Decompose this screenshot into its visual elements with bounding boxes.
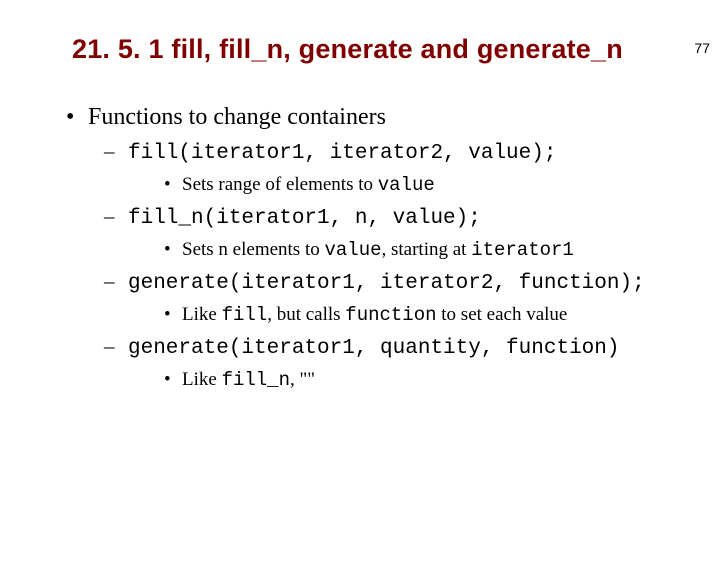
desc-text: Sets range of elements to	[182, 174, 378, 195]
list-item: Like fill_n, ""	[142, 367, 720, 394]
list-item: generate(iterator1, iterator2, function)…	[94, 267, 720, 328]
desc-text: , ""	[290, 369, 315, 390]
bullet-list-level3: Sets n elements to value, starting at it…	[128, 237, 720, 264]
desc-text: , but calls	[267, 304, 345, 325]
bullet-list-level3: Sets range of elements to value	[128, 172, 720, 199]
page-number: 77	[694, 40, 710, 56]
list-item: generate(iterator1, quantity, function) …	[94, 332, 720, 393]
list-item: Like fill, but calls function to set eac…	[142, 302, 720, 329]
bullet-text: Functions to change containers	[88, 104, 386, 130]
bullet-list-level1: Functions to change containers fill(iter…	[60, 101, 720, 393]
code-inline: fill_n	[222, 369, 290, 391]
slide-title: 21. 5. 1 fill, fill_n, generate and gene…	[72, 34, 720, 65]
bullet-list-level3: Like fill_n, ""	[128, 367, 720, 394]
code-inline: value	[324, 239, 381, 261]
desc-text: Sets n elements to	[182, 239, 324, 260]
list-item: Sets n elements to value, starting at it…	[142, 237, 720, 264]
code-signature: generate(iterator1, quantity, function)	[128, 337, 619, 360]
code-inline: value	[378, 174, 435, 196]
desc-text: Like	[182, 304, 222, 325]
code-signature: fill_n(iterator1, n, value);	[128, 207, 481, 230]
desc-text: , starting at	[382, 239, 472, 260]
list-item: Functions to change containers fill(iter…	[60, 101, 720, 393]
list-item: Sets range of elements to value	[142, 172, 720, 199]
list-item: fill_n(iterator1, n, value); Sets n elem…	[94, 202, 720, 263]
list-item: fill(iterator1, iterator2, value); Sets …	[94, 137, 720, 198]
bullet-list-level3: Like fill, but calls function to set eac…	[128, 302, 720, 329]
slide-body: Functions to change containers fill(iter…	[60, 101, 720, 393]
code-inline: function	[345, 304, 436, 326]
desc-text: Like	[182, 369, 222, 390]
slide: 77 21. 5. 1 fill, fill_n, generate and g…	[0, 34, 720, 574]
desc-text: to set each value	[437, 304, 568, 325]
bullet-list-level2: fill(iterator1, iterator2, value); Sets …	[88, 137, 720, 393]
code-inline: fill	[222, 304, 268, 326]
code-signature: fill(iterator1, iterator2, value);	[128, 142, 556, 165]
code-inline: iterator1	[471, 239, 574, 261]
code-signature: generate(iterator1, iterator2, function)…	[128, 272, 645, 295]
